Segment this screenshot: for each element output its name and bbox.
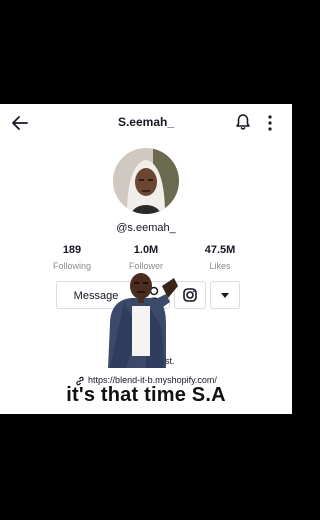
- following-label: Following: [52, 261, 92, 271]
- more-options-button[interactable]: [266, 114, 274, 132]
- bio-text: st.: [165, 356, 175, 366]
- avatar[interactable]: [113, 148, 179, 214]
- profile-screen: S.eemah_ @s.eemah_ 189 Following 1.0M Fo…: [0, 104, 292, 414]
- person-overlay: [104, 268, 182, 368]
- bell-icon: [236, 114, 250, 130]
- person-overlay-figure: [108, 273, 178, 368]
- following-count[interactable]: 189: [32, 244, 112, 256]
- notifications-button[interactable]: [235, 113, 251, 131]
- more-vertical-icon: [268, 115, 272, 131]
- followers-count[interactable]: 1.0M: [106, 244, 186, 256]
- top-bar: S.eemah_: [0, 104, 292, 142]
- dropdown-button[interactable]: [210, 281, 240, 309]
- profile-photo: [113, 148, 179, 214]
- profile-handle: @s.eemah_: [116, 222, 176, 234]
- video-caption: it's that time S.A: [66, 384, 226, 406]
- caret-down-icon: [221, 293, 229, 298]
- likes-count: 47.5M: [204, 244, 236, 256]
- likes-label: Likes: [209, 261, 231, 271]
